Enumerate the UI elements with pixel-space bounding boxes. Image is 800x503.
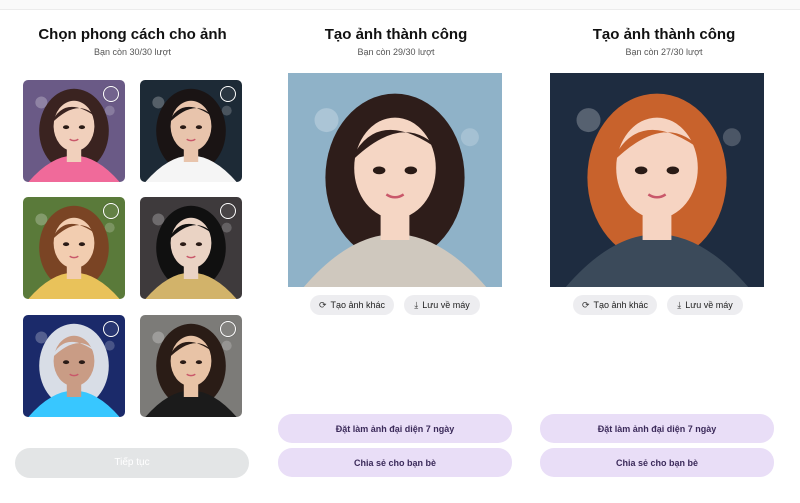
save-label: Lưu về máy [685, 300, 733, 310]
generated-portrait [288, 73, 502, 287]
radio-unselected-icon[interactable] [220, 203, 236, 219]
set-avatar-button[interactable]: Đặt làm ảnh đại diện 7 ngày [278, 414, 512, 443]
save-label: Lưu về máy [422, 300, 470, 310]
top-divider [0, 0, 800, 10]
set-avatar-button[interactable]: Đặt làm ảnh đại diện 7 ngày [540, 414, 774, 443]
share-button[interactable]: Chia sẻ cho bạn bè [278, 448, 512, 477]
save-button[interactable]: ⤓ Lưu về máy [667, 295, 743, 315]
continue-button[interactable]: Tiếp tục [15, 448, 249, 478]
download-icon: ⤓ [677, 299, 682, 310]
radio-unselected-icon[interactable] [103, 203, 119, 219]
regenerate-button[interactable]: ⟳ Tạo ảnh khác [573, 295, 657, 315]
regenerate-button[interactable]: ⟳ Tạo ảnh khác [310, 295, 394, 315]
result-title: Tạo ảnh thành công [592, 26, 736, 43]
style-option[interactable] [23, 197, 125, 299]
result-panel-2: Tạo ảnh thành công Bạn còn 27/30 lượt ⟳ … [528, 10, 800, 503]
style-option[interactable] [140, 315, 242, 417]
radio-unselected-icon[interactable] [103, 321, 119, 337]
result-panel-1: Tạo ảnh thành công Bạn còn 29/30 lượt ⟳ … [268, 10, 524, 503]
result-quota: Bạn còn 27/30 lượt [625, 47, 703, 57]
radio-unselected-icon[interactable] [103, 86, 119, 102]
style-option[interactable] [23, 80, 125, 182]
refresh-icon: ⟳ [318, 299, 327, 310]
radio-unselected-icon[interactable] [220, 321, 236, 337]
style-option[interactable] [140, 197, 242, 299]
share-button[interactable]: Chia sẻ cho bạn bè [540, 448, 774, 477]
result-title: Tạo ảnh thành công [324, 26, 468, 43]
style-option[interactable] [23, 315, 125, 417]
style-picker-quota: Bạn còn 30/30 lượt [94, 47, 171, 57]
radio-unselected-icon[interactable] [220, 86, 236, 102]
result-quota: Bạn còn 29/30 lượt [357, 47, 435, 57]
regenerate-label: Tạo ảnh khác [593, 300, 649, 310]
style-option[interactable] [140, 80, 242, 182]
download-icon: ⤓ [414, 299, 419, 310]
regenerate-label: Tạo ảnh khác [330, 300, 386, 310]
style-picker-panel: Chọn phong cách cho ảnh Bạn còn 30/30 lư… [0, 10, 265, 503]
save-button[interactable]: ⤓ Lưu về máy [404, 295, 480, 315]
style-picker-title: Chọn phong cách cho ảnh [38, 26, 227, 43]
refresh-icon: ⟳ [581, 299, 590, 310]
generated-portrait [550, 73, 764, 287]
